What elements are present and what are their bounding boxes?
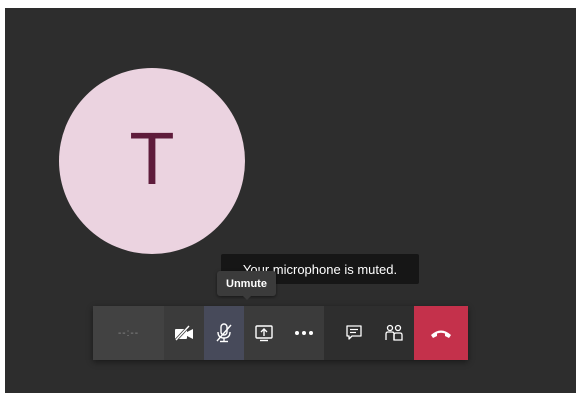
hang-up-icon (430, 327, 452, 339)
people-icon (384, 324, 404, 342)
unmute-tooltip: Unmute (217, 271, 276, 296)
share-screen-icon (254, 324, 274, 342)
more-actions-button[interactable] (284, 306, 324, 360)
chat-button[interactable] (334, 306, 374, 360)
share-screen-button[interactable] (244, 306, 284, 360)
hang-up-button[interactable] (414, 306, 468, 360)
chat-icon (345, 324, 363, 342)
participant-avatar: T (59, 68, 245, 254)
more-icon (295, 331, 313, 335)
call-timer: --:-- (93, 306, 164, 360)
toolbar-divider (324, 306, 334, 360)
camera-off-icon (174, 325, 194, 341)
participants-button[interactable] (374, 306, 414, 360)
call-stage: T Your microphone is muted. Unmute --:-- (5, 8, 576, 393)
mic-toggle-button[interactable] (204, 306, 244, 360)
tooltip-arrow (242, 295, 252, 300)
camera-toggle-button[interactable] (164, 306, 204, 360)
mic-off-icon (215, 323, 233, 343)
call-toolbar: --:-- (93, 306, 468, 360)
avatar-initial: T (129, 117, 175, 200)
